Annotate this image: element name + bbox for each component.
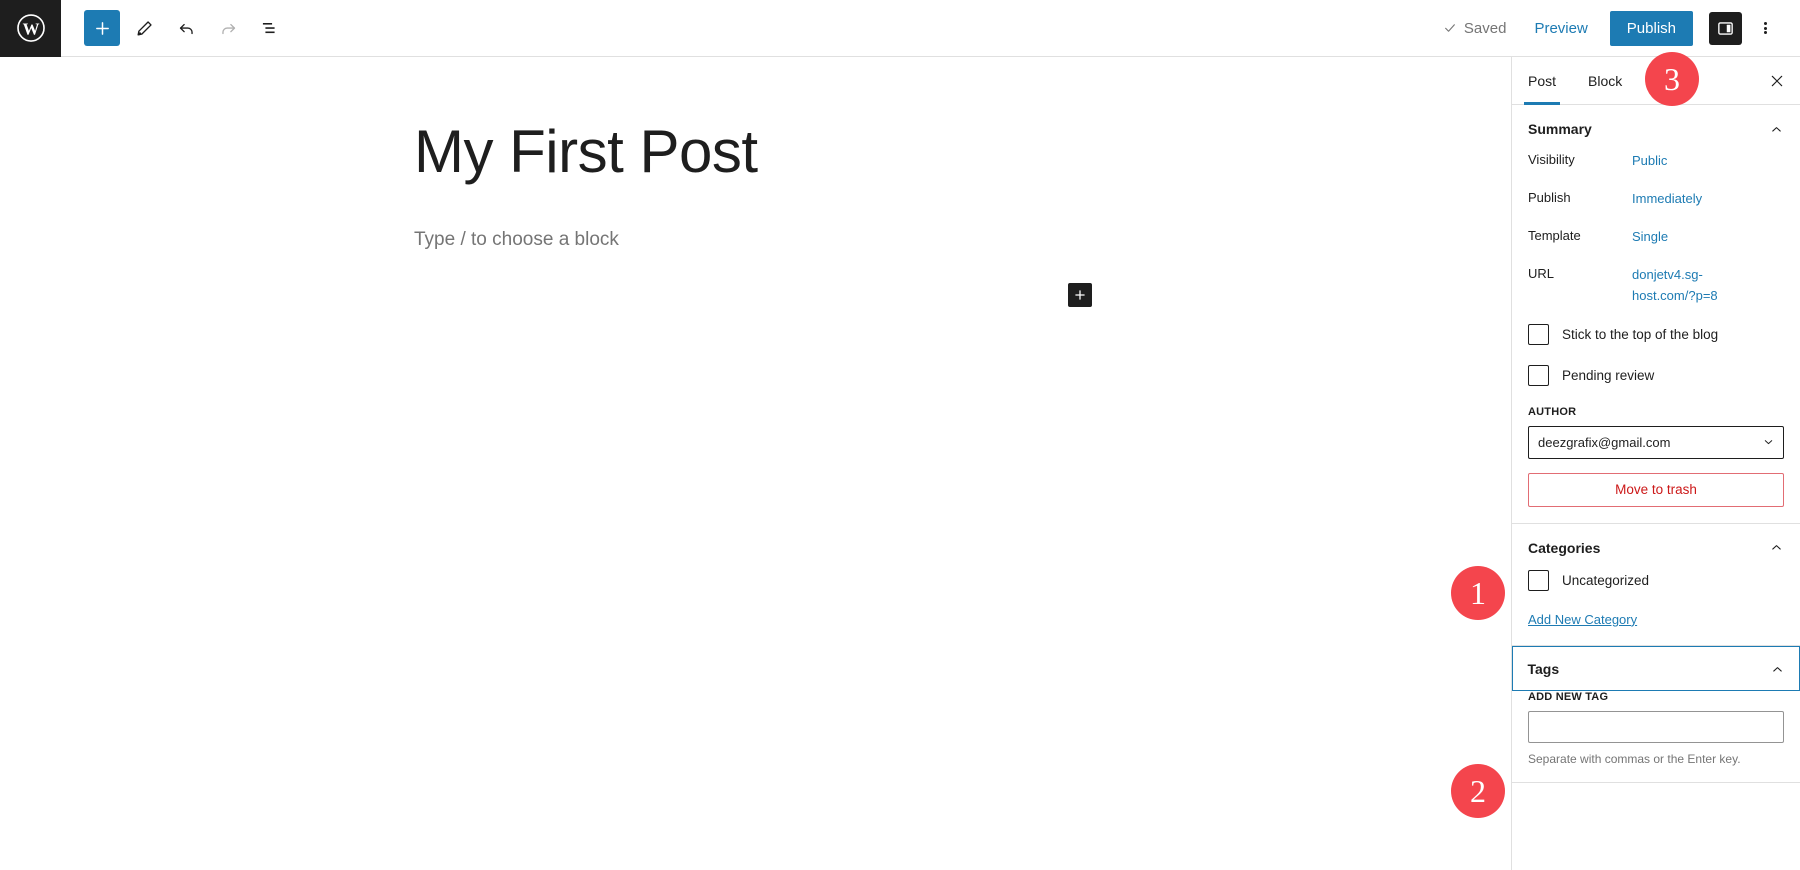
category-row-uncategorized: Uncategorized	[1528, 569, 1784, 591]
checkmark-icon	[1444, 24, 1455, 32]
chevron-up-icon	[1772, 545, 1781, 550]
step-badge-3: 3	[1645, 52, 1699, 106]
editor-tools	[61, 10, 288, 46]
tags-help-text: Separate with commas or the Enter key.	[1528, 751, 1741, 766]
publish-label: Publish	[1528, 190, 1571, 206]
add-new-tag-input[interactable]	[1528, 710, 1784, 743]
post-settings-sidebar: Post Block Summary Visibility Public Pub…	[1511, 57, 1800, 870]
dot	[1763, 31, 1767, 34]
pending-review-label[interactable]: Pending review	[1562, 368, 1654, 383]
wordpress-logo-icon[interactable]: W	[0, 0, 61, 57]
three-dots-vertical-icon[interactable]	[1748, 10, 1782, 46]
uncategorized-checkbox[interactable]	[1528, 569, 1549, 591]
url-value-button[interactable]: donjetv4.sg-host.com/?p=8	[1632, 265, 1762, 305]
tab-post[interactable]: Post	[1512, 57, 1572, 105]
author-select[interactable]: deezgrafix@gmail.com	[1528, 425, 1784, 459]
move-to-trash-button[interactable]: Move to trash	[1528, 472, 1784, 507]
wordpress-block-editor: W Saved Preview Publish My First Post Ty…	[0, 0, 1800, 870]
summary-row-publish: Publish Immediately	[1528, 189, 1784, 209]
publish-value-button[interactable]: Immediately	[1632, 189, 1702, 209]
summary-row-url: URL donjetv4.sg-host.com/?p=8	[1528, 265, 1784, 305]
saved-status: Saved	[1431, 20, 1519, 37]
add-block-button[interactable]	[84, 10, 120, 46]
editor-canvas[interactable]: My First Post Type / to choose a block	[0, 57, 1511, 870]
pending-review-row: Pending review	[1528, 364, 1784, 386]
add-new-tag-label: ADD NEW TAG	[1528, 690, 1609, 703]
summary-row-template: Template Single	[1528, 227, 1784, 247]
url-label: URL	[1528, 266, 1555, 282]
preview-button[interactable]: Preview	[1518, 20, 1603, 37]
categories-panel-title: Categories	[1528, 539, 1601, 556]
tags-panel: Tags ADD NEW TAG Separate with commas or…	[1512, 645, 1800, 783]
dot	[1763, 22, 1767, 25]
template-label: Template	[1528, 228, 1581, 244]
visibility-label: Visibility	[1528, 152, 1575, 167]
publish-button[interactable]: Publish	[1609, 10, 1693, 46]
sticky-post-label[interactable]: Stick to the top of the blog	[1562, 327, 1718, 342]
chevron-up-icon	[1772, 666, 1782, 672]
pencil-icon[interactable]	[126, 10, 162, 46]
top-bar-actions: Saved Preview Publish	[1431, 10, 1800, 46]
chevron-up-icon	[1772, 126, 1781, 132]
inline-block-inserter-button[interactable]	[1068, 283, 1092, 307]
post-title-field[interactable]: My First Post	[414, 119, 758, 185]
plus-icon	[1075, 290, 1085, 300]
visibility-value-button[interactable]: Public	[1632, 151, 1667, 171]
uncategorized-label[interactable]: Uncategorized	[1562, 573, 1649, 588]
step-badge-1: 1	[1451, 566, 1505, 620]
summary-row-visibility: Visibility Public	[1528, 151, 1784, 171]
dot	[1763, 26, 1767, 30]
sidebar-panel-icon[interactable]	[1709, 11, 1742, 45]
tags-panel-body: ADD NEW TAG Separate with commas or the …	[1512, 691, 1800, 782]
categories-panel-header[interactable]: Categories	[1512, 524, 1800, 570]
tags-panel-title: Tags	[1527, 661, 1560, 678]
block-placeholder-text[interactable]: Type / to choose a block	[414, 229, 619, 251]
sticky-post-checkbox[interactable]	[1528, 323, 1549, 345]
redo-arrow-icon[interactable]	[210, 10, 246, 46]
template-value-button[interactable]: Single	[1632, 227, 1668, 247]
author-select-wrapper: deezgrafix@gmail.com	[1528, 425, 1784, 459]
undo-arrow-icon[interactable]	[168, 10, 204, 46]
close-x-icon	[1771, 75, 1783, 86]
add-new-category-link[interactable]: Add New Category	[1528, 612, 1637, 627]
editor-top-bar: W Saved Preview Publish	[0, 0, 1800, 57]
categories-panel-body: Uncategorized Add New Category	[1512, 569, 1800, 645]
step-badge-2: 2	[1451, 764, 1505, 818]
saved-label: Saved	[1463, 19, 1507, 37]
summary-panel-body: Visibility Public Publish Immediately Te…	[1512, 151, 1800, 523]
summary-panel-title: Summary	[1528, 121, 1592, 137]
close-sidebar-button[interactable]	[1754, 57, 1800, 104]
pending-review-checkbox[interactable]	[1528, 364, 1549, 386]
author-label: AUTHOR	[1528, 405, 1577, 418]
tab-block[interactable]: Block	[1572, 57, 1638, 104]
sticky-post-row: Stick to the top of the blog	[1528, 323, 1784, 345]
summary-panel: Summary Visibility Public Publish Immedi…	[1512, 105, 1800, 524]
categories-panel: Categories Uncategorized Add New Categor…	[1512, 524, 1800, 646]
summary-panel-header[interactable]: Summary	[1512, 105, 1800, 151]
svg-text:W: W	[22, 20, 39, 39]
list-view-icon[interactable]	[252, 10, 288, 46]
tags-panel-header[interactable]: Tags	[1512, 645, 1800, 691]
